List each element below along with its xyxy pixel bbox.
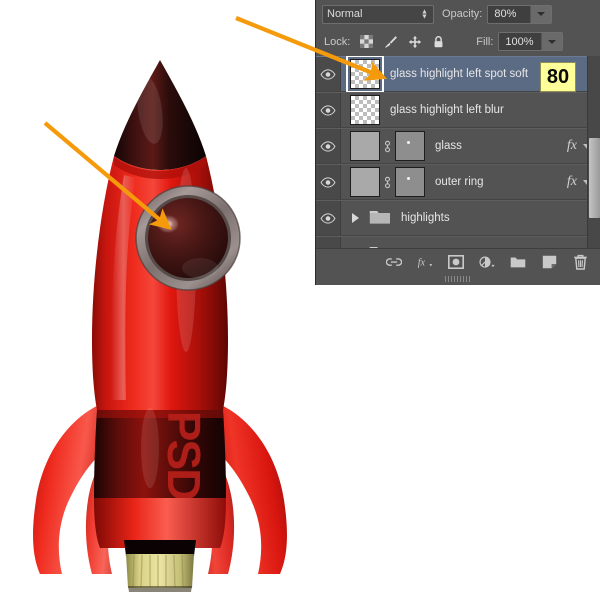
fill-value: 100% — [499, 33, 541, 50]
lock-fill-row: Lock: — [316, 28, 600, 55]
opacity-highlight-value: 80 — [547, 66, 569, 89]
layers-footer-icons: fx — [316, 249, 600, 275]
lock-icon-group — [359, 34, 446, 49]
blend-mode-spinner-icon: ▲▼ — [420, 8, 429, 21]
layer-effects-fx-icon[interactable]: fx — [567, 174, 577, 190]
rocket-nozzle-collar — [124, 540, 196, 556]
lock-all-icon[interactable] — [431, 34, 446, 49]
layer-row[interactable]: highlights — [316, 200, 600, 236]
layers-scrollbar[interactable] — [587, 56, 600, 248]
glass-highlight-left-spot — [157, 215, 179, 233]
panel-resize-grip[interactable] — [445, 276, 471, 282]
layer-visibility-toggle[interactable] — [316, 93, 341, 127]
layer-thumbnail-wrap[interactable] — [350, 59, 380, 89]
layer-visibility-toggle[interactable] — [316, 129, 341, 163]
lower-shine — [141, 408, 159, 488]
rocket-psd-text: PSD — [158, 411, 210, 500]
svg-text:fx: fx — [418, 258, 426, 269]
layer-visibility-toggle[interactable] — [316, 57, 341, 91]
eye-icon — [320, 213, 336, 224]
blend-mode-select[interactable]: Normal ▲▼ — [322, 5, 434, 24]
eye-icon — [320, 177, 336, 188]
nozzle-bottom-shadow — [128, 586, 192, 592]
blend-opacity-row: Normal ▲▼ Opacity: 80% — [316, 0, 600, 28]
layer-effects-fx-icon[interactable]: fx — [567, 138, 577, 154]
opacity-value: 80% — [488, 6, 530, 23]
eye-icon — [320, 105, 336, 116]
layer-row[interactable] — [316, 236, 600, 248]
eye-icon — [320, 69, 336, 80]
fill-label: Fill: — [476, 36, 493, 48]
fill-field[interactable]: 100% — [498, 32, 563, 51]
layer-visibility-toggle[interactable] — [316, 237, 341, 248]
opacity-dropdown-icon[interactable] — [530, 6, 551, 23]
mask-content-dot — [407, 141, 410, 144]
eye-icon — [320, 141, 336, 152]
layer-name[interactable]: glass highlight left blur — [390, 104, 600, 116]
opacity-highlight-badge: 80 — [540, 62, 576, 92]
artwork-canvas: PSD — [0, 0, 320, 600]
layers-panel-toolbar: Normal ▲▼ Opacity: 80% Lock: — [316, 0, 600, 55]
layers-panel: Normal ▲▼ Opacity: 80% Lock: — [315, 0, 600, 285]
layer-mask-thumbnail[interactable] — [395, 131, 425, 161]
link-layers-icon[interactable] — [386, 254, 402, 270]
rocket-illustration: PSD — [0, 0, 320, 600]
rocket-nozzle — [126, 554, 194, 588]
mask-link-icon[interactable] — [381, 140, 394, 153]
fill-dropdown-icon[interactable] — [541, 33, 562, 50]
mask-content-dot — [407, 177, 410, 180]
layer-thumbnail[interactable] — [350, 167, 380, 197]
opacity-field[interactable]: 80% — [487, 5, 552, 24]
layers-scrollbar-thumb[interactable] — [589, 138, 600, 218]
layer-row[interactable]: glass fx — [316, 128, 600, 164]
lock-transparency-icon[interactable] — [359, 34, 374, 49]
layers-panel-footer: fx — [316, 248, 600, 285]
layer-style-fx-icon[interactable]: fx — [417, 254, 433, 270]
mask-link-icon[interactable] — [381, 176, 394, 189]
layer-row[interactable]: outer ring fx — [316, 164, 600, 200]
layer-mask-thumbnail[interactable] — [395, 167, 425, 197]
group-expand-arrow-icon[interactable] — [352, 213, 359, 223]
delete-layer-icon[interactable] — [572, 254, 588, 270]
new-group-icon[interactable] — [510, 254, 526, 270]
layer-thumbnail[interactable] — [350, 131, 380, 161]
layer-name[interactable]: glass — [435, 140, 567, 152]
layer-visibility-toggle[interactable] — [316, 201, 341, 235]
adjustment-layer-icon[interactable] — [479, 254, 495, 270]
layer-name[interactable]: outer ring — [435, 176, 567, 188]
layer-thumbnail[interactable] — [350, 59, 380, 89]
opacity-label: Opacity: — [442, 8, 482, 20]
layer-thumbnail-wrap[interactable] — [350, 131, 380, 161]
lock-label: Lock: — [324, 36, 350, 48]
new-layer-icon[interactable] — [541, 254, 557, 270]
layer-thumbnail-wrap[interactable] — [350, 95, 380, 125]
glass-highlight-bottom — [182, 258, 218, 278]
layer-thumbnail[interactable] — [350, 95, 380, 125]
layer-visibility-toggle[interactable] — [316, 165, 341, 199]
layer-thumbnail-wrap[interactable] — [350, 167, 380, 197]
folder-icon — [369, 208, 391, 228]
blend-mode-value: Normal — [327, 8, 362, 20]
lock-image-pixels-icon[interactable] — [383, 34, 398, 49]
add-layer-mask-icon[interactable] — [448, 254, 464, 270]
lock-position-icon[interactable] — [407, 34, 422, 49]
layer-name[interactable]: highlights — [401, 212, 600, 224]
layer-row[interactable]: glass highlight left blur — [316, 92, 600, 128]
